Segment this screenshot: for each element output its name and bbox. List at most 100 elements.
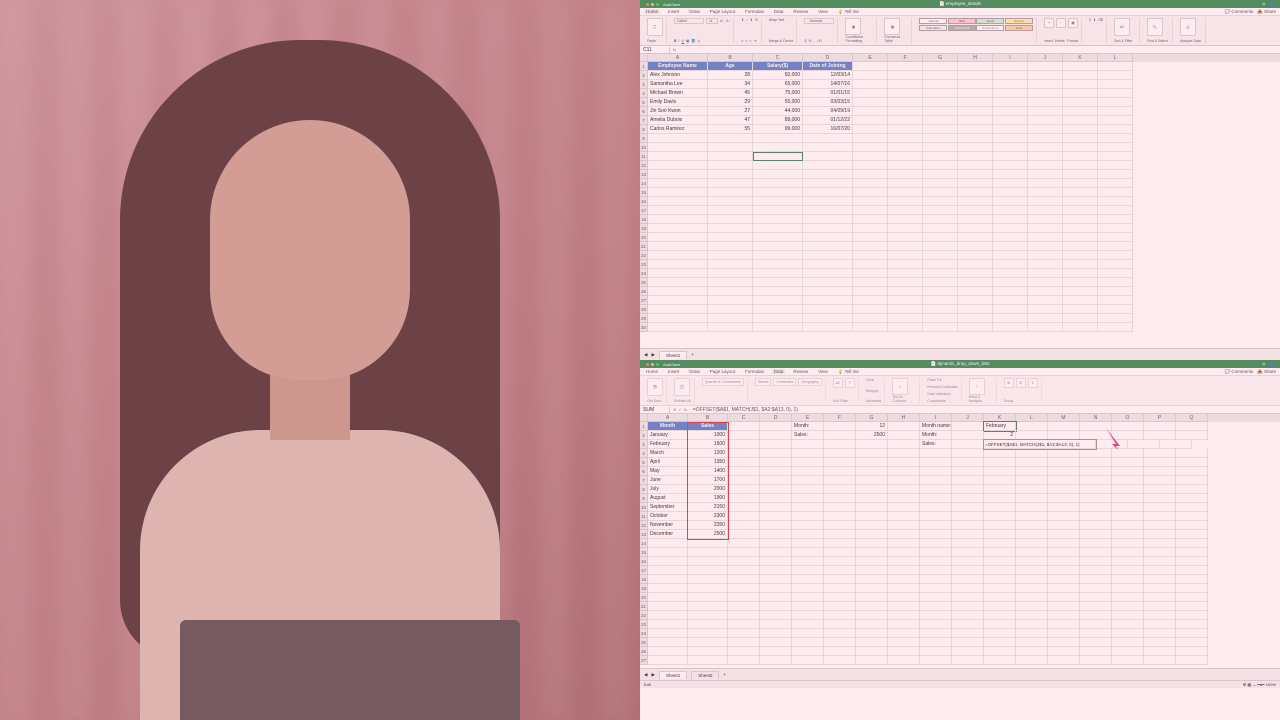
cell[interactable] (1176, 611, 1208, 620)
cell[interactable] (688, 539, 728, 548)
remove-duplicates-button[interactable]: Remove Duplicates (927, 385, 957, 389)
cell[interactable]: 27 (708, 107, 753, 116)
row-header[interactable]: 16 (640, 197, 648, 206)
cell[interactable]: Michael Brown (648, 89, 708, 98)
cell[interactable] (728, 575, 760, 584)
cell[interactable] (888, 521, 920, 530)
row-header[interactable]: 18 (640, 575, 648, 584)
cell[interactable]: Sales: (792, 431, 824, 440)
cell[interactable] (1048, 638, 1080, 647)
cell[interactable] (708, 188, 753, 197)
cell[interactable]: 12/03/14 (803, 71, 853, 80)
cell[interactable] (952, 530, 984, 539)
cell[interactable] (1063, 215, 1098, 224)
cell[interactable]: Alex Johnson (648, 71, 708, 80)
cell[interactable] (1016, 566, 1048, 575)
group-button[interactable]: ⊞ (1004, 378, 1014, 388)
cell[interactable] (648, 170, 708, 179)
row-header[interactable]: 3 (640, 440, 648, 449)
row-header[interactable]: 18 (640, 215, 648, 224)
cell[interactable] (803, 314, 853, 323)
cell[interactable] (824, 575, 856, 584)
cell[interactable] (1128, 440, 1160, 449)
cell[interactable] (824, 431, 856, 440)
row-header[interactable]: 20 (640, 593, 648, 602)
cell[interactable] (1080, 512, 1112, 521)
cell[interactable] (1144, 530, 1176, 539)
row-header[interactable]: 29 (640, 314, 648, 323)
cell[interactable] (1080, 566, 1112, 575)
cell[interactable] (792, 629, 824, 638)
col-header-K[interactable]: K (984, 414, 1016, 422)
maximize-icon[interactable] (656, 363, 659, 366)
cell[interactable] (1028, 242, 1063, 251)
cell[interactable] (993, 260, 1028, 269)
cell[interactable]: 12 (856, 422, 888, 431)
cell[interactable] (688, 566, 728, 575)
sheet-nav-next-icon[interactable]: ▶ (651, 352, 654, 358)
cell[interactable]: Month name: (920, 422, 952, 431)
cell[interactable] (753, 314, 803, 323)
cell[interactable] (688, 593, 728, 602)
cell[interactable] (803, 278, 853, 287)
cell[interactable] (1144, 476, 1176, 485)
cell[interactable] (1144, 449, 1176, 458)
cell[interactable] (708, 251, 753, 260)
cell[interactable] (958, 62, 993, 71)
cell[interactable] (1063, 323, 1098, 332)
cell[interactable] (856, 629, 888, 638)
cell[interactable] (923, 98, 958, 107)
col-header-D[interactable]: D (803, 54, 853, 62)
row-header[interactable]: 4 (640, 449, 648, 458)
tab-draw[interactable]: Draw (687, 369, 702, 374)
cell[interactable] (688, 584, 728, 593)
cell[interactable] (728, 656, 760, 665)
row-header[interactable]: 7 (640, 116, 648, 125)
row-header[interactable]: 6 (640, 107, 648, 116)
cell[interactable]: 1400 (688, 467, 728, 476)
cell[interactable] (1176, 575, 1208, 584)
clear-filter-button[interactable]: Clear (866, 378, 882, 382)
col-header-K[interactable]: K (1063, 54, 1098, 62)
cell[interactable] (760, 476, 792, 485)
cell[interactable] (708, 233, 753, 242)
cell[interactable] (888, 602, 920, 611)
cell[interactable] (753, 323, 803, 332)
advanced-filter-button[interactable]: Advanced (866, 399, 882, 403)
cell[interactable] (888, 125, 923, 134)
cell[interactable] (923, 323, 958, 332)
cell[interactable] (728, 593, 760, 602)
cell[interactable] (728, 620, 760, 629)
cell[interactable] (1028, 62, 1063, 71)
row-header[interactable]: 16 (640, 557, 648, 566)
cell[interactable] (753, 224, 803, 233)
cell[interactable] (753, 188, 803, 197)
tab-tellme[interactable]: 💡 Tell me (836, 369, 861, 375)
cell[interactable] (1048, 422, 1080, 431)
cell[interactable] (648, 305, 708, 314)
row-header[interactable]: 2 (640, 431, 648, 440)
border-button[interactable]: ▦ (686, 39, 689, 43)
row-header[interactable]: 8 (640, 485, 648, 494)
cell[interactable] (888, 260, 923, 269)
cell[interactable] (1144, 620, 1176, 629)
cell[interactable] (853, 152, 888, 161)
cell[interactable] (792, 449, 824, 458)
cell[interactable] (803, 215, 853, 224)
cell[interactable] (952, 476, 984, 485)
cell[interactable] (952, 467, 984, 476)
cell[interactable] (760, 548, 792, 557)
cell[interactable] (1063, 251, 1098, 260)
cell[interactable] (888, 80, 923, 89)
cell[interactable] (728, 557, 760, 566)
cell[interactable] (688, 647, 728, 656)
cell[interactable] (1098, 71, 1133, 80)
cell[interactable] (1016, 575, 1048, 584)
zoom-value[interactable]: 100% (1266, 682, 1276, 687)
col-header-E[interactable]: E (853, 54, 888, 62)
cell[interactable] (923, 179, 958, 188)
cell[interactable] (1176, 584, 1208, 593)
cell[interactable] (1063, 224, 1098, 233)
cell[interactable]: December (648, 530, 688, 539)
cell[interactable] (1048, 485, 1080, 494)
